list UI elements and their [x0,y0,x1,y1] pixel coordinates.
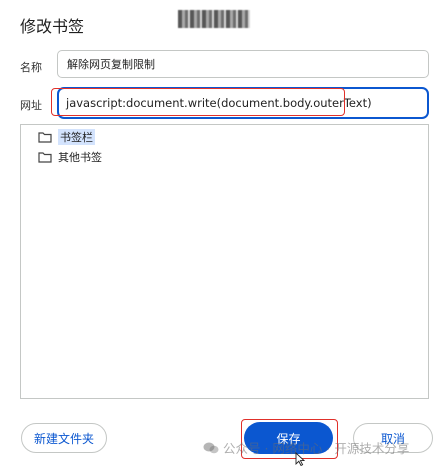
name-label: 名称 [20,61,42,74]
watermark: 公众号 · 网络中心 · 开源技术分享 [203,438,409,457]
blurred-logo [178,10,250,28]
url-field[interactable]: javascript:document.write(document.body.… [57,87,429,119]
url-label: 网址 [20,99,42,112]
dialog-title: 修改书签 [20,17,85,36]
folder-tree[interactable]: 书签栏 其他书签 [20,124,429,399]
tree-item-bookmarks-bar[interactable]: 书签栏 [38,129,95,145]
tree-label: 其他书签 [58,151,102,164]
wechat-icon [203,442,219,453]
cursor-icon [295,452,305,466]
folder-icon [38,132,52,143]
name-field[interactable]: 解除网页复制限制 [57,50,429,78]
tree-item-other-bookmarks[interactable]: 其他书签 [38,149,102,165]
folder-icon [38,152,52,163]
new-folder-button[interactable]: 新建文件夹 [21,423,107,453]
watermark-text: 公众号 · 网络中心 · 开源技术分享 [223,441,410,456]
tree-label: 书签栏 [58,129,95,145]
